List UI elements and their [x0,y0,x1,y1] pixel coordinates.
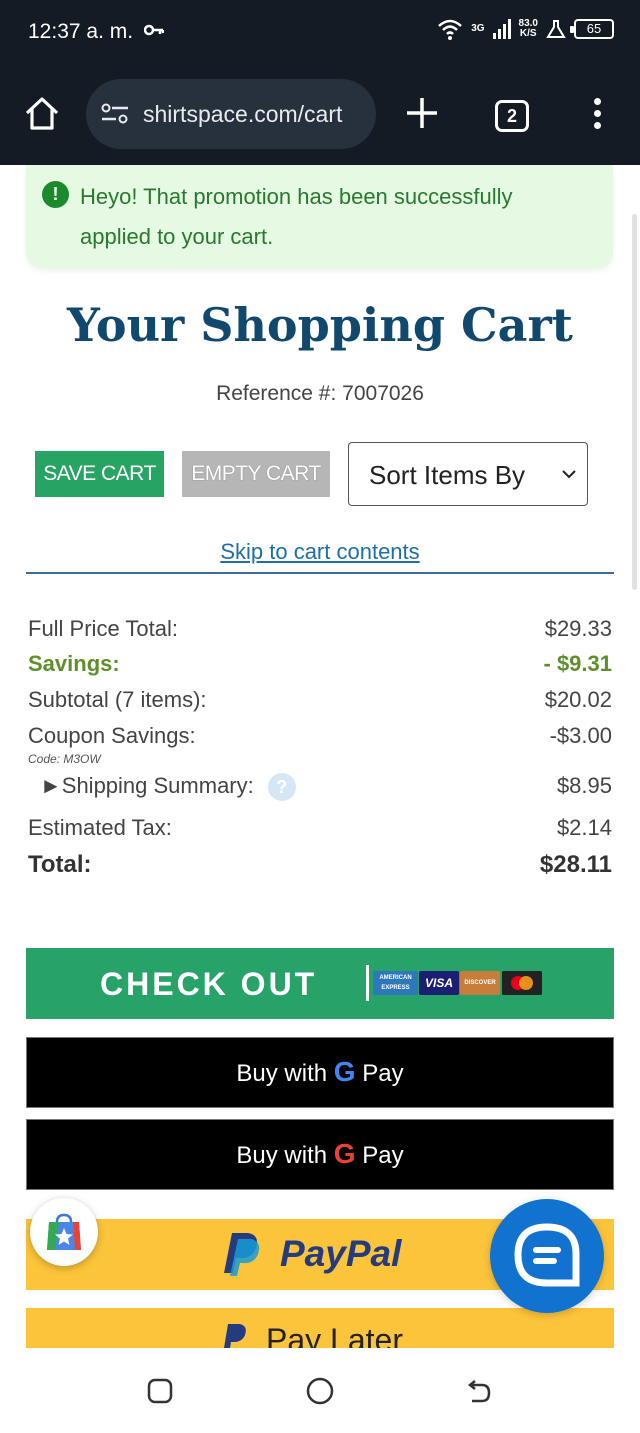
discover-card-icon: DISCOVER [460,971,500,995]
amex-card-icon: AMERICAN EXPRESS [373,971,418,995]
coupon-code: Code: M3OW [28,752,101,766]
browser-toolbar: shirtspace.com/cart 2 [0,62,640,165]
chat-button[interactable] [490,1199,604,1313]
gpay-pay: Pay [362,1142,404,1169]
home-nav-icon[interactable] [306,1377,334,1405]
skip-to-cart-link[interactable]: Skip to cart contents [0,539,640,565]
google-pay-button[interactable]: Buy with G Pay [26,1037,614,1108]
full-price-value: $29.33 [544,616,612,641]
site-settings-icon[interactable] [100,103,130,125]
vpn-key-icon [144,24,164,36]
savings-label: Savings: [28,651,120,676]
battery-indicator: 65 [570,19,614,39]
chevron-down-icon [562,470,576,479]
alert-exclamation-icon: ! [42,181,69,208]
google-g-icon: G [333,1138,356,1169]
tab-switcher-button[interactable]: 2 [495,100,529,132]
gpay-pay: Pay [362,1060,404,1087]
checkout-button[interactable]: CHECK OUT AMERICAN EXPRESS VISA DISCOVER [26,948,614,1019]
empty-cart-button[interactable]: EMPTY CART [182,451,330,497]
data-speed: 83.0 K/S [518,18,538,39]
more-menu-icon[interactable] [590,98,604,134]
address-bar[interactable]: shirtspace.com/cart [86,79,376,149]
subtotal-label: Subtotal (7 items): [28,687,207,712]
pay-later-label: Pay Later [266,1322,403,1348]
shipping-label: ►Shipping Summary: [40,773,254,798]
promo-success-alert: ! Heyo! That promotion has been successf… [26,165,613,268]
checkout-separator [366,965,369,1001]
total-label: Total: [28,851,92,878]
save-cart-button[interactable]: SAVE CART [35,451,164,497]
total-value: $28.11 [539,851,612,878]
network-type: 3G [471,23,485,34]
home-icon[interactable] [22,94,62,134]
gpay-prefix: Buy with [236,1060,328,1087]
wifi-icon [438,19,463,40]
paypal-logo-icon [224,1233,260,1276]
recent-apps-icon[interactable] [147,1378,173,1404]
chat-bubble-icon [514,1223,580,1287]
shopping-bag-button[interactable] [30,1198,98,1266]
gpay-prefix: Buy with [236,1142,328,1169]
page-title: Your Shopping Cart [67,298,573,352]
paypal-logo-icon [224,1324,246,1348]
coupon-value: -$3.00 [549,723,612,748]
google-pay-button-2[interactable]: Buy with G Pay [26,1119,614,1190]
coupon-label: Coupon Savings: [28,723,196,748]
google-g-icon: G [333,1056,356,1087]
checkout-label: CHECK OUT [100,966,318,1002]
status-time: 12:37 a. m. [28,20,134,43]
new-tab-icon[interactable] [404,95,440,131]
help-icon[interactable]: ? [267,773,296,802]
tax-label: Estimated Tax: [28,815,172,840]
alert-message: Heyo! That promotion has been successful… [80,184,513,249]
divider [26,572,614,574]
shipping-summary-toggle[interactable]: ►Shipping Summary:? [40,773,296,802]
tax-value: $2.14 [556,815,612,840]
paypal-label: PayPal [280,1233,402,1274]
shipping-value: $8.95 [556,773,612,798]
flask-icon [546,20,566,38]
back-icon[interactable] [466,1379,492,1405]
subtotal-value: $20.02 [544,687,612,712]
system-nav-bar [0,1348,640,1433]
mastercard-icon [502,971,542,995]
full-price-label: Full Price Total: [28,616,178,641]
savings-value: - $9.31 [543,651,613,676]
visa-card-icon: VISA [419,971,459,995]
url-text: shirtspace.com/cart [143,101,343,127]
sort-items-select[interactable]: Sort Items By [348,442,588,506]
reference-number: Reference #: 7007026 [216,382,424,405]
status-bar: 12:37 a. m. 3G 83.0 K/S 65 [0,0,640,62]
pay-later-button[interactable]: Pay Later [26,1308,614,1348]
signal-icon [492,19,511,39]
sort-select-label: Sort Items By [369,460,526,490]
shopping-bag-star-icon [47,1213,81,1250]
